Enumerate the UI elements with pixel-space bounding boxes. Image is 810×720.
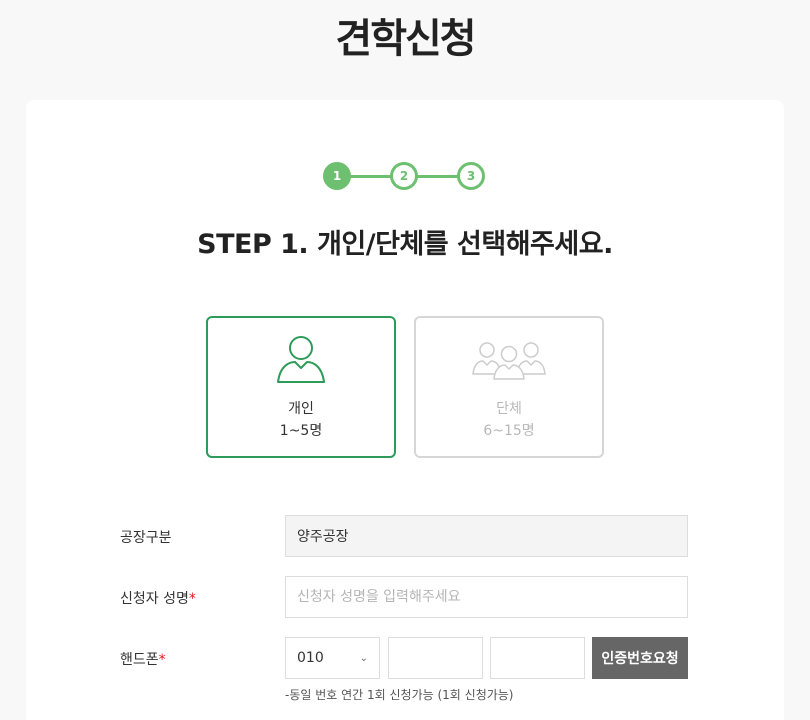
type-range: 1~5명 <box>279 423 323 439</box>
type-label: 단체 <box>496 401 522 417</box>
person-icon <box>277 336 325 383</box>
required-mark: * <box>188 591 196 607</box>
phone-hint: -동일 번호 연간 1회 신청가능 (1회 신청가능) <box>285 688 514 702</box>
factory-field: 양주공장 <box>285 515 688 557</box>
step-heading: STEP 1. 개인/단체를 선택해주세요. <box>197 229 613 260</box>
step-connector <box>349 175 391 178</box>
type-range: 6~15명 <box>483 423 535 439</box>
name-label: 신청자 성명* <box>120 588 196 608</box>
step-indicator: 1 2 3 <box>323 162 487 192</box>
phone-row: 핸드폰* 010 ⌄ 인증번호요청 <box>26 637 784 679</box>
phone-middle-input[interactable] <box>388 637 483 679</box>
type-label: 개인 <box>288 401 314 417</box>
step-1: 1 <box>323 162 351 190</box>
phone-label: 핸드폰* <box>120 649 166 669</box>
page-title: 견학신청 <box>335 16 476 62</box>
required-mark: * <box>158 652 166 668</box>
type-option-group[interactable]: 단체 6~15명 <box>414 316 604 458</box>
factory-row: 공장구분 양주공장 <box>26 515 784 557</box>
phone-last-input[interactable] <box>490 637 585 679</box>
application-card: 1 2 3 STEP 1. 개인/단체를 선택해주세요. 개인 1~5명 단체 … <box>26 100 784 720</box>
type-option-individual[interactable]: 개인 1~5명 <box>206 316 396 458</box>
name-row: 신청자 성명* <box>26 576 784 618</box>
phone-label-text: 핸드폰 <box>120 652 159 668</box>
chevron-down-icon: ⌄ <box>359 652 368 664</box>
request-verification-button[interactable]: 인증번호요청 <box>592 637 688 679</box>
phone-prefix-value: 010 <box>297 650 324 666</box>
step-2: 2 <box>390 162 418 190</box>
applicant-name-input[interactable] <box>285 576 688 618</box>
step-3: 3 <box>457 162 485 190</box>
phone-prefix-select[interactable]: 010 ⌄ <box>285 637 380 679</box>
group-icon <box>472 342 546 380</box>
step-connector <box>417 175 459 178</box>
factory-label: 공장구분 <box>120 530 172 546</box>
name-label-text: 신청자 성명 <box>120 591 189 607</box>
